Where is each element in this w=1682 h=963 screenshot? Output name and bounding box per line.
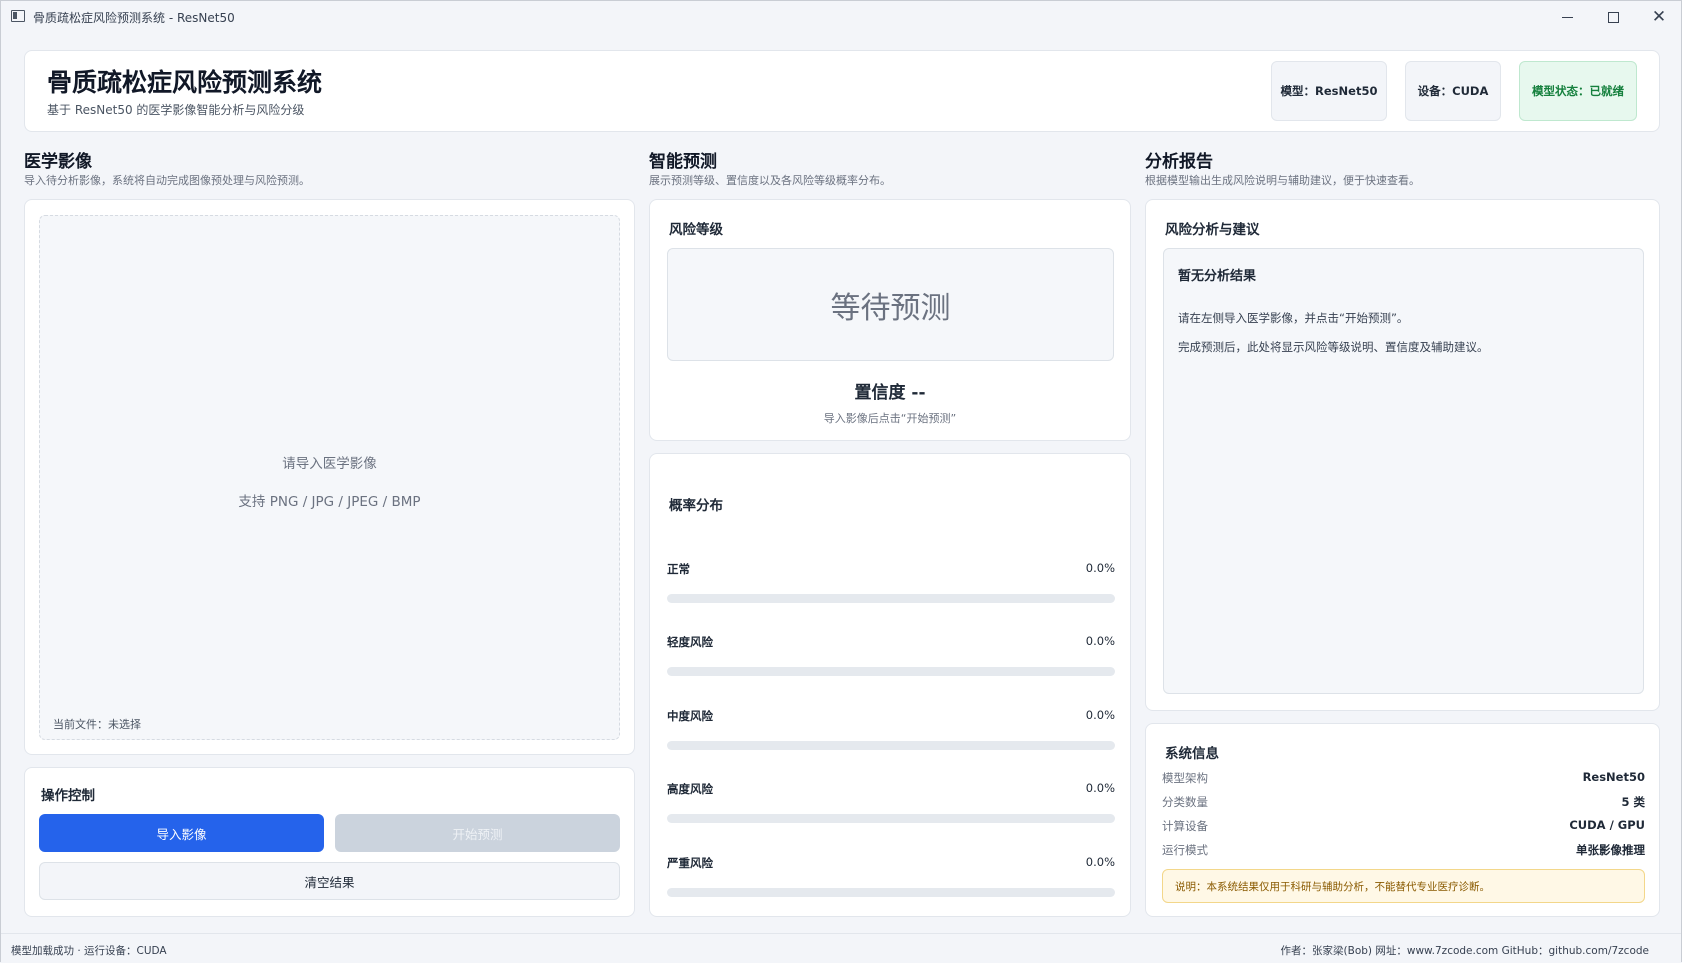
minimize-button[interactable] bbox=[1544, 1, 1590, 33]
status-message: 模型加载成功 · 运行设备：CUDA bbox=[11, 945, 167, 957]
prediction-hint: 导入影像后点击“开始预测” bbox=[823, 412, 957, 425]
probability-label: 高度风险 bbox=[667, 782, 713, 796]
probability-value: 0.0% bbox=[1085, 855, 1115, 869]
risk-level-display: 等待预测 bbox=[667, 248, 1114, 361]
maximize-button[interactable] bbox=[1590, 1, 1636, 33]
system-info-key: 分类数量 bbox=[1162, 795, 1208, 809]
current-file-label: 当前文件：未选择 bbox=[53, 718, 141, 731]
section-title-image: 医学影像 bbox=[24, 152, 92, 172]
app-window: 骨质疏松症风险预测系统 - ResNet50 ✕ 骨质疏松症风险预测系统 基于 … bbox=[0, 0, 1682, 963]
probability-card: 概率分布 正常 0.0% 轻度风险 0.0% 中度风险 0.0% 高度风险 0.0% 严重风险 0… bbox=[649, 453, 1131, 917]
import-image-button[interactable]: 导入影像 bbox=[39, 814, 324, 852]
disclaimer-notice: 说明：本系统结果仅用于科研与辅助分析，不能替代专业医疗诊断。 bbox=[1162, 869, 1645, 903]
section-desc-image: 导入待分析影像，系统将自动完成图像预处理与风险预测。 bbox=[24, 174, 310, 187]
system-info-value: 单张影像推理 bbox=[1576, 843, 1645, 857]
author-info: 作者：张家梁(Bob) 网址：www.7zcode.com GitHub：git… bbox=[1280, 945, 1649, 957]
close-icon: ✕ bbox=[1651, 6, 1667, 27]
status-bar: 模型加载成功 · 运行设备：CUDA 作者：张家梁(Bob) 网址：www.7z… bbox=[1, 933, 1681, 963]
probability-title: 概率分布 bbox=[669, 498, 723, 514]
section-title-report: 分析报告 bbox=[1145, 152, 1213, 172]
clear-results-button[interactable]: 清空结果 bbox=[39, 862, 620, 900]
probability-value: 0.0% bbox=[1085, 708, 1115, 722]
system-info-key: 运行模式 bbox=[1162, 843, 1208, 857]
report-title: 风险分析与建议 bbox=[1165, 222, 1260, 238]
supported-formats-text: 支持 PNG / JPG / JPEG / BMP bbox=[238, 494, 421, 510]
probability-bar bbox=[667, 594, 1115, 603]
page-title: 骨质疏松症风险预测系统 bbox=[47, 68, 323, 97]
app-window-icon bbox=[11, 10, 25, 22]
system-info-value: CUDA / GPU bbox=[1569, 818, 1645, 832]
model-badge: 模型：ResNet50 bbox=[1271, 61, 1387, 121]
page-subtitle: 基于 ResNet50 的医学影像智能分析与风险分级 bbox=[47, 103, 305, 117]
report-content: 暂无分析结果 请在左侧导入医学影像，并点击“开始预测”。 完成预测后，此处将显示… bbox=[1163, 248, 1644, 694]
image-card: 请导入医学影像 支持 PNG / JPG / JPEG / BMP 当前文件：未… bbox=[24, 199, 635, 755]
section-desc-report: 根据模型输出生成风险说明与辅助建议，便于快速查看。 bbox=[1145, 174, 1420, 187]
title-bar: 骨质疏松症风险预测系统 - ResNet50 ✕ bbox=[1, 1, 1681, 33]
probability-label: 轻度风险 bbox=[667, 635, 713, 649]
section-title-predict: 智能预测 bbox=[649, 152, 717, 172]
minimize-icon bbox=[1561, 16, 1573, 18]
risk-level-card: 风险等级 等待预测 置信度 -- 导入影像后点击“开始预测” bbox=[649, 199, 1131, 441]
controls-card: 操作控制 导入影像 开始预测 清空结果 bbox=[24, 767, 635, 917]
image-drop-zone[interactable]: 请导入医学影像 支持 PNG / JPG / JPEG / BMP 当前文件：未… bbox=[39, 215, 620, 740]
drop-placeholder-text: 请导入医学影像 bbox=[282, 456, 377, 472]
window-title: 骨质疏松症风险预测系统 - ResNet50 bbox=[33, 11, 235, 25]
confidence-text: 置信度 -- bbox=[854, 383, 926, 403]
section-desc-predict: 展示预测等级、置信度以及各风险等级概率分布。 bbox=[649, 174, 891, 187]
report-card: 风险分析与建议 暂无分析结果 请在左侧导入医学影像，并点击“开始预测”。 完成预… bbox=[1145, 199, 1660, 711]
probability-value: 0.0% bbox=[1085, 781, 1115, 795]
probability-label: 中度风险 bbox=[667, 709, 713, 723]
close-button[interactable]: ✕ bbox=[1636, 1, 1682, 33]
start-predict-button[interactable]: 开始预测 bbox=[335, 814, 620, 852]
system-info-key: 计算设备 bbox=[1162, 819, 1208, 833]
system-info-value: ResNet50 bbox=[1582, 770, 1645, 784]
system-info-card: 系统信息 模型架构 ResNet50 分类数量 5 类计算设备 CUDA / GPU 运行… bbox=[1145, 723, 1660, 917]
header-card: 骨质疏松症风险预测系统 基于 ResNet50 的医学影像智能分析与风险分级 模… bbox=[24, 50, 1660, 132]
risk-level-title: 风险等级 bbox=[669, 222, 723, 238]
report-text-line: 完成预测后，此处将显示风险等级说明、置信度及辅助建议。 bbox=[1178, 340, 1489, 354]
maximize-icon bbox=[1607, 11, 1619, 23]
system-info-value: 5 类 bbox=[1621, 795, 1645, 809]
probability-bar bbox=[667, 667, 1115, 676]
report-text-line: 请在左侧导入医学影像，并点击“开始预测”。 bbox=[1178, 311, 1409, 325]
probability-label: 严重风险 bbox=[667, 856, 713, 870]
system-info-key: 模型架构 bbox=[1162, 771, 1208, 785]
device-badge: 设备：CUDA bbox=[1405, 61, 1501, 121]
model-status-badge: 模型状态：已就绪 bbox=[1519, 61, 1637, 121]
probability-bar bbox=[667, 814, 1115, 823]
report-heading: 暂无分析结果 bbox=[1178, 269, 1257, 284]
probability-bar bbox=[667, 888, 1115, 897]
probability-label: 正常 bbox=[667, 562, 690, 576]
probability-value: 0.0% bbox=[1085, 634, 1115, 648]
probability-bar bbox=[667, 741, 1115, 750]
system-info-title: 系统信息 bbox=[1165, 746, 1219, 762]
controls-title: 操作控制 bbox=[41, 788, 95, 804]
probability-value: 0.0% bbox=[1085, 561, 1115, 575]
